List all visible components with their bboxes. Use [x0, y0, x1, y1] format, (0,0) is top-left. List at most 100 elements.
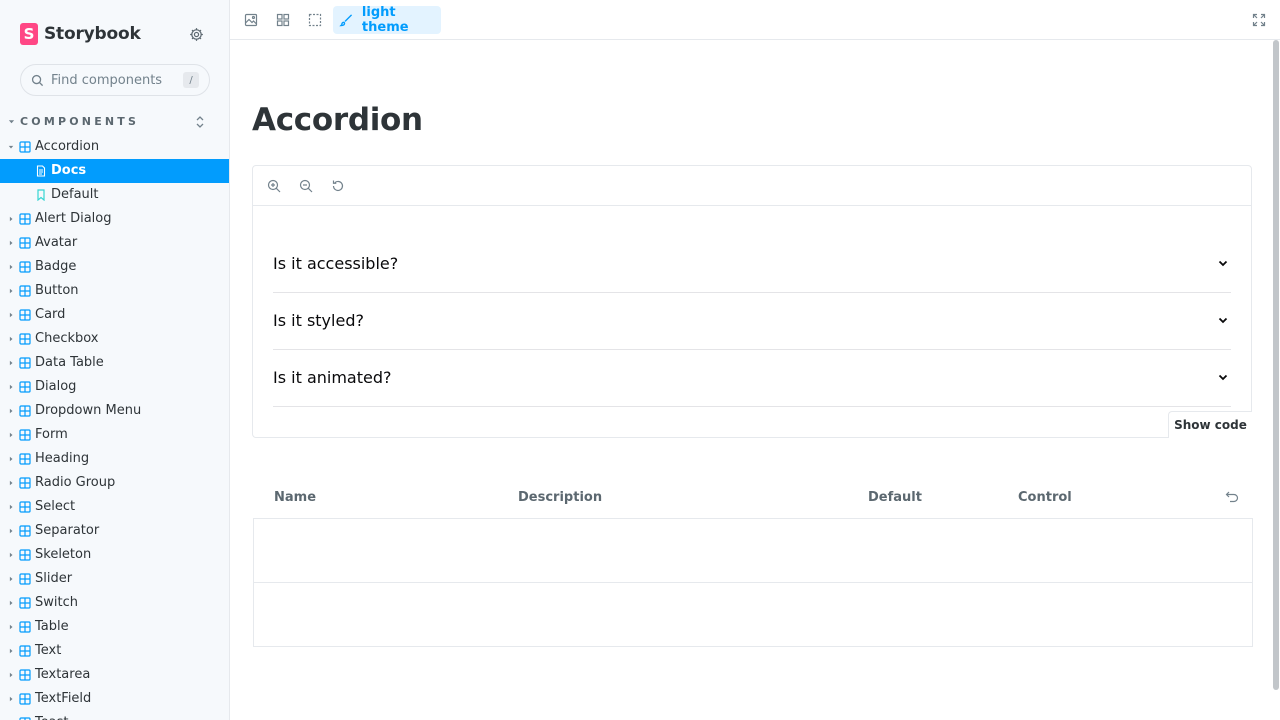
sidebar-item-label: Switch: [35, 595, 78, 610]
caret-right-icon: [9, 576, 13, 582]
accordion-trigger-label: Is it accessible?: [273, 254, 399, 273]
component-icon: [19, 597, 31, 609]
sidebar-item-docs[interactable]: Docs: [0, 159, 229, 183]
sidebar-item-skeleton[interactable]: Skeleton: [0, 543, 229, 567]
sidebar-item-avatar[interactable]: Avatar: [0, 231, 229, 255]
sidebar-item-text[interactable]: Text: [0, 639, 229, 663]
sidebar-item-label: Card: [35, 307, 66, 322]
caret-right-icon: [9, 408, 13, 414]
sidebar-item-label: Radio Group: [35, 475, 116, 490]
sidebar-item-textarea[interactable]: Textarea: [0, 663, 229, 687]
component-tree: Accordion Docs Default Alert Dialog Avata…: [0, 135, 229, 720]
settings-gear-icon[interactable]: [186, 24, 206, 44]
paintbrush-icon: [339, 14, 353, 27]
component-icon: [19, 645, 31, 657]
sidebar-item-card[interactable]: Card: [0, 303, 229, 327]
sidebar-item-label: Accordion: [35, 139, 100, 154]
search-box[interactable]: /: [20, 64, 210, 96]
accordion-item[interactable]: Is it accessible?: [273, 236, 1231, 293]
sidebar-item-label: Checkbox: [35, 331, 99, 346]
sidebar-item-label: Data Table: [35, 355, 104, 370]
search-shortcut-key: /: [183, 72, 199, 88]
caret-right-icon: [9, 432, 13, 438]
sidebar-item-label: Dialog: [35, 379, 77, 394]
component-icon: [19, 429, 31, 441]
sidebar-item-default[interactable]: Default: [0, 183, 229, 207]
chevron-down-icon: [1218, 374, 1228, 381]
column-header-control: Control: [1018, 490, 1072, 505]
sidebar-item-switch[interactable]: Switch: [0, 591, 229, 615]
scrollbar-thumb[interactable]: [1273, 40, 1279, 690]
background-image-icon[interactable]: [241, 10, 261, 30]
component-icon: [19, 141, 31, 153]
sidebar-item-label: Button: [35, 283, 79, 298]
caret-right-icon: [9, 600, 13, 606]
sidebar-item-label: Table: [35, 619, 69, 634]
sidebar-item-radio-group[interactable]: Radio Group: [0, 471, 229, 495]
caret-right-icon: [9, 336, 13, 342]
sidebar-item-table[interactable]: Table: [0, 615, 229, 639]
component-icon: [19, 405, 31, 417]
component-icon: [19, 261, 31, 273]
caret-right-icon: [9, 312, 13, 318]
caret-right-icon: [9, 384, 13, 390]
sidebar-item-data-table[interactable]: Data Table: [0, 351, 229, 375]
sidebar-item-label: Default: [51, 187, 99, 202]
sidebar-item-select[interactable]: Select: [0, 495, 229, 519]
component-icon: [19, 669, 31, 681]
scrollbar[interactable]: [1272, 40, 1280, 720]
storybook-logo[interactable]: S Storybook: [20, 22, 141, 46]
component-icon: [19, 285, 31, 297]
zoom-out-icon[interactable]: [298, 178, 314, 194]
document-icon: [36, 165, 46, 177]
accordion-item[interactable]: Is it styled?: [273, 293, 1231, 350]
sidebar-item-dialog[interactable]: Dialog: [0, 375, 229, 399]
component-icon: [19, 525, 31, 537]
sidebar-item-alert-dialog[interactable]: Alert Dialog: [0, 207, 229, 231]
sidebar-item-label: Separator: [35, 523, 100, 538]
sidebar-item-accordion[interactable]: Accordion: [0, 135, 229, 159]
sidebar-item-heading[interactable]: Heading: [0, 447, 229, 471]
undo-reset-icon[interactable]: [1225, 490, 1239, 504]
theme-switcher-button[interactable]: light theme: [333, 5, 441, 35]
grid-icon[interactable]: [273, 10, 293, 30]
storybook-logo-icon: S: [20, 23, 38, 45]
sidebar-item-toast[interactable]: Toast: [0, 711, 229, 720]
sidebar-item-label: Badge: [35, 259, 77, 274]
sidebar-item-slider[interactable]: Slider: [0, 567, 229, 591]
sidebar-item-form[interactable]: Form: [0, 423, 229, 447]
sidebar-item-separator[interactable]: Separator: [0, 519, 229, 543]
fullscreen-icon[interactable]: [1249, 10, 1269, 30]
component-icon: [19, 237, 31, 249]
sidebar: S Storybook / COMPONENTS Accordion Docs: [0, 0, 230, 720]
column-header-name: Name: [274, 490, 317, 505]
search-input[interactable]: [51, 72, 171, 88]
component-icon: [19, 381, 31, 393]
expand-collapse-icon[interactable]: [194, 115, 206, 129]
accordion-item[interactable]: Is it animated?: [273, 350, 1231, 407]
caret-down-icon: [8, 145, 14, 149]
caret-right-icon: [9, 696, 13, 702]
sidebar-item-dropdown-menu[interactable]: Dropdown Menu: [0, 399, 229, 423]
toolbar: light theme: [230, 0, 1280, 40]
sidebar-item-textfield[interactable]: TextField: [0, 687, 229, 711]
component-icon: [19, 453, 31, 465]
component-icon: [19, 309, 31, 321]
outline-icon[interactable]: [305, 10, 325, 30]
component-icon: [19, 501, 31, 513]
canvas-toolbar: [253, 166, 1251, 206]
column-header-description: Description: [518, 490, 603, 505]
sidebar-item-checkbox[interactable]: Checkbox: [0, 327, 229, 351]
sidebar-item-badge[interactable]: Badge: [0, 255, 229, 279]
show-code-button[interactable]: Show code: [1168, 411, 1252, 438]
components-section-header[interactable]: COMPONENTS: [0, 112, 229, 132]
sidebar-item-label: Toast: [35, 715, 69, 720]
sidebar-item-label: Text: [35, 643, 62, 658]
sidebar-item-button[interactable]: Button: [0, 279, 229, 303]
caret-right-icon: [9, 504, 13, 510]
component-icon: [19, 213, 31, 225]
zoom-in-icon[interactable]: [266, 178, 282, 194]
theme-label: light theme: [361, 5, 409, 35]
sidebar-item-label: Avatar: [35, 235, 78, 250]
zoom-reset-icon[interactable]: [330, 178, 346, 194]
